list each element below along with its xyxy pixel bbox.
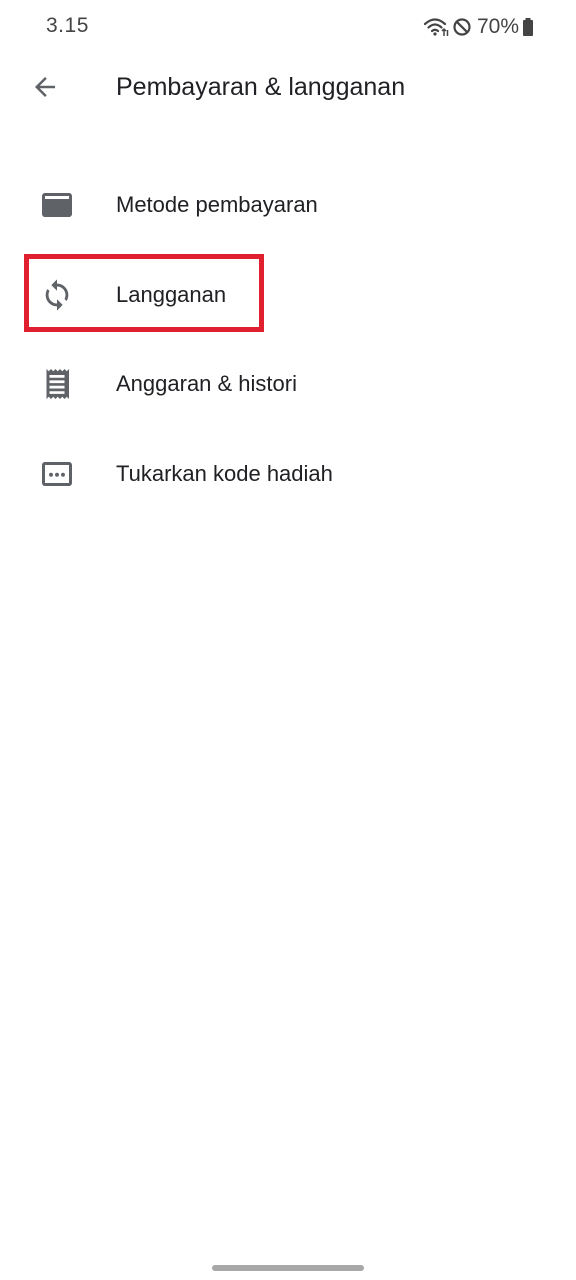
menu-item-label: Anggaran & histori [116, 371, 297, 396]
gift-code-icon [38, 455, 76, 493]
menu-item-label: Tukarkan kode hadiah [116, 460, 333, 486]
status-time: 3.15 [46, 14, 89, 37]
status-icons: 70% [423, 14, 534, 40]
menu-item-budget-history[interactable]: Anggaran & histori [0, 339, 576, 429]
receipt-icon [38, 365, 76, 403]
do-not-disturb-icon [452, 17, 472, 37]
menu-item-label: Metode pembayaran [116, 192, 318, 217]
battery-icon [522, 17, 534, 37]
menu-item-label: Langganan [116, 281, 227, 307]
battery-percent: 70% [476, 15, 519, 38]
credit-card-icon [38, 186, 76, 224]
app-bar: Pembayaran & langganan [0, 56, 576, 120]
menu-list: Metode pembayaran Langganan Anggaran & h… [0, 160, 576, 518]
page-title: Pembayaran & langganan [116, 73, 406, 101]
sync-icon [38, 276, 76, 314]
back-button[interactable] [22, 66, 68, 112]
arrow-back-icon [30, 72, 60, 107]
menu-item-subscriptions[interactable]: Langganan [0, 250, 576, 340]
home-indicator[interactable] [212, 1265, 364, 1271]
menu-item-payment-methods[interactable]: Metode pembayaran [0, 160, 576, 250]
wifi-icon [423, 16, 449, 38]
menu-item-redeem-gift-code[interactable]: Tukarkan kode hadiah [0, 429, 576, 519]
status-bar: 3.15 70% [0, 0, 576, 56]
